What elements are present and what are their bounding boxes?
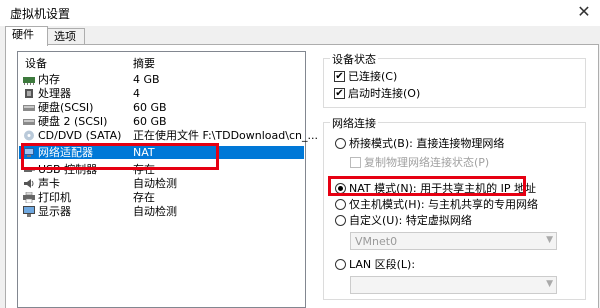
replicate-state-checkbox[interactable]	[350, 157, 361, 168]
list-item[interactable]: 显示器 自动检测	[19, 205, 304, 218]
lan-segment-radio[interactable]	[335, 259, 346, 270]
connect-on-start-checkbox[interactable]: ✔	[334, 88, 345, 99]
chevron-down-icon: ▼	[546, 279, 553, 289]
display-icon	[23, 206, 35, 217]
printer-icon	[23, 192, 35, 203]
custom-label: 自定义(U): 特定虚拟网络	[349, 214, 472, 227]
connected-label: 已连接(C)	[348, 70, 398, 83]
list-item-selected[interactable]: 网络适配器 NAT	[19, 146, 304, 159]
list-item[interactable]: 声卡 自动检测	[19, 177, 304, 190]
device-name: 声卡	[38, 177, 60, 190]
cd-dvd-icon	[24, 130, 34, 141]
device-summary: 4	[133, 87, 140, 100]
hard-disk-icon	[23, 105, 35, 111]
sound-card-icon	[24, 179, 34, 188]
custom-network-select[interactable]: VMnet0 ▼	[350, 232, 557, 250]
nat-label: NAT 模式(N): 用于共享主机的 IP 地址	[349, 182, 536, 195]
custom-network-value: VMnet0	[355, 235, 398, 248]
device-name: 硬盘 2 (SCSI)	[38, 115, 108, 128]
window-title: 虚拟机设置	[10, 7, 71, 21]
device-status-group: 设备状态	[323, 51, 586, 108]
network-adapter-icon	[24, 148, 34, 157]
close-icon[interactable]: ✕	[574, 2, 594, 22]
list-item[interactable]: 硬盘(SCSI) 60 GB	[19, 101, 304, 114]
network-connection-legend: 网络连接	[330, 115, 378, 131]
device-summary: 自动检测	[133, 177, 177, 190]
custom-radio[interactable]	[335, 215, 346, 226]
chevron-down-icon: ▼	[546, 235, 553, 245]
device-summary: 正在使用文件 F:\TDDownload\cn_...	[133, 129, 318, 142]
device-summary: 存在	[133, 163, 155, 176]
device-summary: 60 GB	[133, 101, 167, 114]
hard-disk-icon	[23, 119, 35, 125]
device-summary: 存在	[133, 191, 155, 204]
list-item[interactable]: 内存 4 GB	[19, 73, 304, 86]
device-summary: 自动检测	[133, 205, 177, 218]
lan-segment-label: LAN 区段(L):	[349, 258, 416, 271]
bridged-radio[interactable]	[335, 138, 346, 149]
replicate-state-label: 复制物理网络连接状态(P)	[364, 156, 490, 169]
device-name: CD/DVD (SATA)	[38, 129, 122, 142]
nat-radio[interactable]	[335, 183, 346, 194]
column-header-device[interactable]: 设备	[25, 55, 47, 71]
list-item[interactable]: 打印机 存在	[19, 191, 304, 204]
list-item[interactable]: CD/DVD (SATA) 正在使用文件 F:\TDDownload\cn_..…	[19, 129, 318, 142]
host-only-radio[interactable]	[335, 199, 346, 210]
device-name: 处理器	[38, 87, 71, 100]
list-item[interactable]: 硬盘 2 (SCSI) 60 GB	[19, 115, 304, 128]
column-header-summary[interactable]: 摘要	[133, 55, 155, 71]
device-summary: 60 GB	[133, 115, 167, 128]
list-item[interactable]: 处理器 4	[19, 87, 304, 100]
tab-hardware[interactable]: 硬件	[5, 26, 48, 46]
memory-icon	[23, 77, 35, 85]
host-only-label: 仅主机模式(H): 与主机共享的专用网络	[349, 198, 539, 211]
device-name: 显示器	[38, 205, 71, 218]
device-status-legend: 设备状态	[330, 51, 378, 67]
device-summary: 4 GB	[133, 73, 160, 86]
tab-strip: 硬件 选项	[0, 26, 600, 46]
connect-on-start-label: 启动时连接(O)	[348, 87, 421, 100]
device-list[interactable]: 设备 摘要 内存 4 GB 处理器 4 硬盘(SCSI) 60 GB 硬盘 2 …	[17, 51, 318, 308]
device-name: 网络适配器	[38, 146, 93, 159]
device-name: 硬盘(SCSI)	[38, 101, 94, 114]
device-name: 内存	[38, 73, 60, 86]
device-name: USB 控制器	[38, 163, 98, 176]
usb-icon	[24, 167, 35, 172]
device-summary: NAT	[133, 146, 155, 159]
list-item[interactable]: USB 控制器 存在	[19, 163, 304, 176]
tab-options[interactable]: 选项	[47, 28, 85, 45]
lan-segment-select[interactable]: ▼	[350, 276, 557, 294]
processor-icon	[25, 89, 33, 98]
title-bar: 虚拟机设置 ✕	[0, 0, 600, 26]
device-name: 打印机	[38, 191, 71, 204]
bridged-label: 桥接模式(B): 直接连接物理网络	[349, 137, 505, 150]
connected-checkbox[interactable]: ✔	[334, 71, 345, 82]
